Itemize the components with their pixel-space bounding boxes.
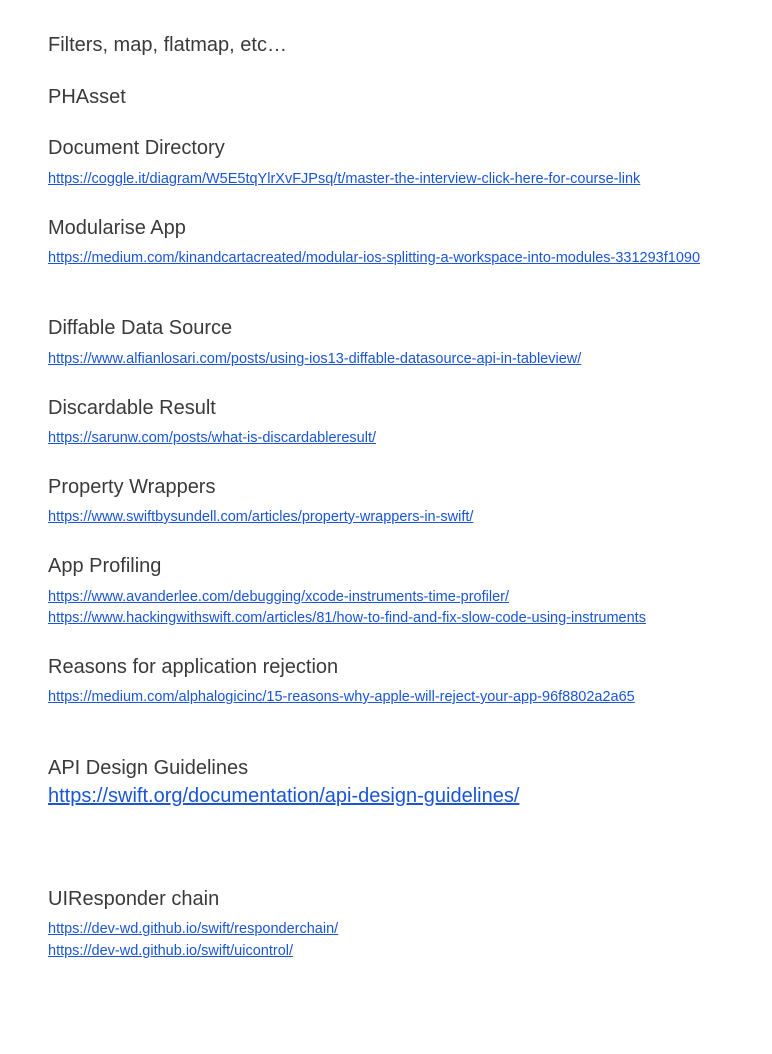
heading-filters-map-flatmap: Filters, map, flatmap, etc…: [48, 34, 287, 56]
heading-application-rejection: Reasons for application rejection: [48, 656, 339, 678]
link-api-design-guidelines[interactable]: https://swift.org/documentation/api-desi…: [48, 783, 519, 809]
link-diffable-data-source[interactable]: https://www.alfianlosari.com/posts/using…: [48, 348, 581, 370]
link-application-rejection[interactable]: https://medium.com/alphalogicinc/15-reas…: [48, 686, 635, 708]
link-document-directory[interactable]: https://coggle.it/diagram/W5E5tqYlrXvFJP…: [48, 168, 640, 190]
heading-app-profiling: App Profiling: [48, 555, 162, 577]
link-modularise-app[interactable]: https://medium.com/kinandcartacreated/mo…: [48, 247, 748, 269]
link-property-wrappers[interactable]: https://www.swiftbysundell.com/articles/…: [48, 506, 473, 528]
link-app-profiling-time-profiler[interactable]: https://www.avanderlee.com/debugging/xco…: [48, 586, 509, 608]
link-responder-chain[interactable]: https://dev-wd.github.io/swift/responder…: [48, 918, 338, 940]
heading-property-wrappers: Property Wrappers: [48, 476, 216, 498]
heading-phasset: PHAsset: [48, 86, 126, 108]
heading-modularise-app: Modularise App: [48, 217, 186, 239]
heading-uiresponder-chain: UIResponder chain: [48, 888, 220, 910]
heading-api-design-guidelines: API Design Guidelines: [48, 757, 249, 779]
heading-document-directory: Document Directory: [48, 137, 225, 159]
heading-discardable-result: Discardable Result: [48, 397, 216, 419]
link-discardable-result[interactable]: https://sarunw.com/posts/what-is-discard…: [48, 427, 376, 449]
link-uicontrol[interactable]: https://dev-wd.github.io/swift/uicontrol…: [48, 940, 293, 962]
heading-diffable-data-source: Diffable Data Source: [48, 317, 233, 339]
link-app-profiling-slow-code[interactable]: https://www.hackingwithswift.com/article…: [48, 607, 646, 629]
